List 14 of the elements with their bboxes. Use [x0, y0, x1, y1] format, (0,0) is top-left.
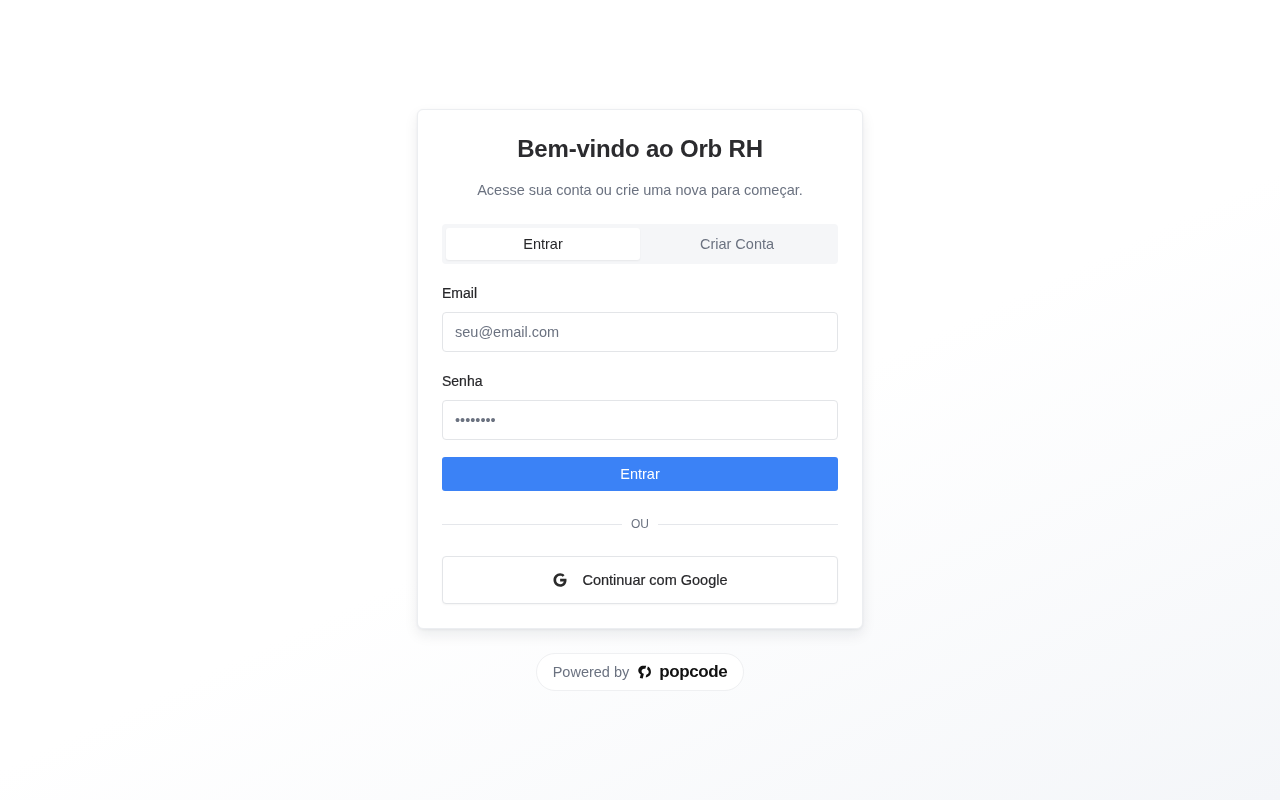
google-sign-in-button[interactable]: Continuar com Google [442, 556, 838, 604]
subtitle-text: Acesse sua conta ou crie uma nova para começar. [477, 181, 803, 200]
page-title: Bem-vindo ao Orb RH [517, 134, 763, 164]
tab[interactable]: Criar Conta [640, 228, 834, 260]
powered-by-text: Powered by [552, 664, 630, 680]
divider-label: OU [630, 517, 650, 531]
input-field[interactable]: •••••••• [442, 400, 838, 440]
brand-name: popcode [659, 662, 728, 682]
input-field[interactable]: seu@email.com [442, 312, 838, 352]
field-label: Senha [442, 372, 483, 390]
field-label: Email [442, 284, 477, 302]
g-logo-icon [552, 572, 569, 588]
submit-button[interactable]: Entrar [442, 457, 838, 491]
tab[interactable]: Entrar [446, 228, 640, 260]
